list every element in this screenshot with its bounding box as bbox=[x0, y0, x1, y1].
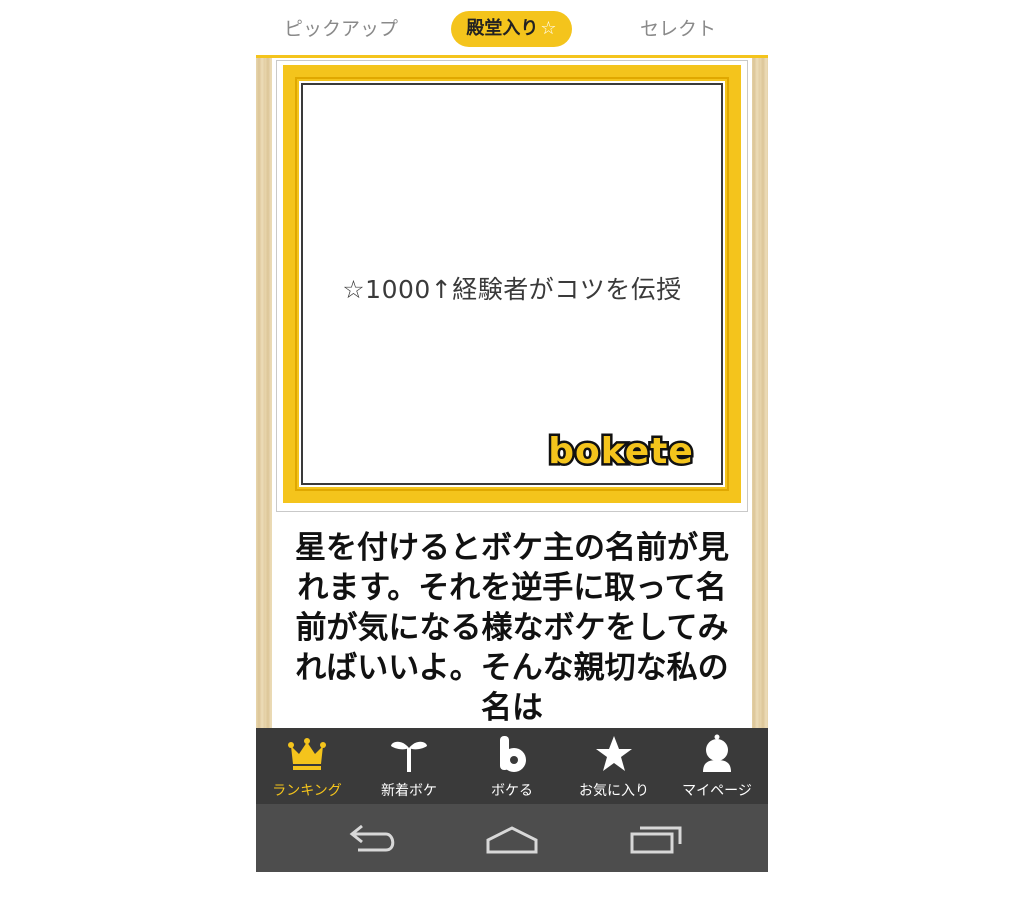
nav-new-boke[interactable]: 新着ボケ bbox=[358, 728, 460, 804]
nav-new-boke-label: 新着ボケ bbox=[381, 783, 437, 799]
boke-text: 星を付けるとボケ主の名前が見れます。それを逆手に取って名前が気になる様なボケをし… bbox=[295, 530, 729, 726]
nav-my-page[interactable]: マイページ bbox=[666, 728, 768, 804]
tab-hall-of-fame-label: 殿堂入り bbox=[466, 18, 539, 39]
bokete-b-icon bbox=[500, 736, 526, 772]
star-outline-icon: ☆ bbox=[540, 18, 557, 39]
tab-hall-of-fame[interactable]: 殿堂入り ☆ bbox=[451, 11, 572, 47]
top-tab-bar: ピックアップ 殿堂入り ☆ セレクト bbox=[256, 0, 768, 58]
system-navigation-bar bbox=[256, 804, 768, 872]
nav-favorites[interactable]: お気に入り bbox=[563, 728, 665, 804]
image-caption: ☆1000↑経験者がコツを伝授 bbox=[342, 275, 682, 304]
home-icon[interactable] bbox=[482, 822, 542, 856]
tab-select[interactable]: セレクト bbox=[608, 11, 748, 47]
bokete-logo: bokete bbox=[546, 429, 696, 473]
nav-favorites-label: お気に入り bbox=[579, 783, 649, 799]
crown-icon bbox=[288, 738, 326, 770]
phone-screen: ピックアップ 殿堂入り ☆ セレクト ☆1000↑経験者がコツを伝授 bokete… bbox=[256, 0, 768, 872]
star-icon bbox=[596, 736, 632, 771]
boke-card: ☆1000↑経験者がコツを伝授 bokete 星を付けるとボケ主の名前が見れます… bbox=[272, 58, 752, 728]
odai-image[interactable]: ☆1000↑経験者がコツを伝授 bokete bbox=[276, 60, 748, 512]
bottom-navigation: ランキング 新着ボケ ボケる お気に入り マイページ bbox=[256, 728, 768, 804]
nav-boke-post-label: ボケる bbox=[491, 783, 533, 799]
nav-ranking[interactable]: ランキング bbox=[256, 728, 358, 804]
back-icon[interactable] bbox=[342, 822, 402, 856]
sprout-icon bbox=[391, 741, 427, 772]
tab-pickup[interactable]: ピックアップ bbox=[266, 11, 416, 47]
content-area: ☆1000↑経験者がコツを伝授 bokete 星を付けるとボケ主の名前が見れます… bbox=[256, 58, 768, 728]
svg-text:bokete: bokete bbox=[548, 431, 694, 472]
user-bust-icon bbox=[703, 734, 731, 772]
image-canvas: ☆1000↑経験者がコツを伝授 bokete bbox=[301, 83, 723, 485]
nav-my-page-label: マイページ bbox=[682, 783, 752, 799]
image-frame-border: ☆1000↑経験者がコツを伝授 bokete bbox=[283, 65, 741, 503]
recent-apps-icon[interactable] bbox=[626, 822, 686, 856]
nav-ranking-label: ランキング bbox=[272, 783, 342, 799]
nav-boke-post[interactable]: ボケる bbox=[461, 728, 563, 804]
